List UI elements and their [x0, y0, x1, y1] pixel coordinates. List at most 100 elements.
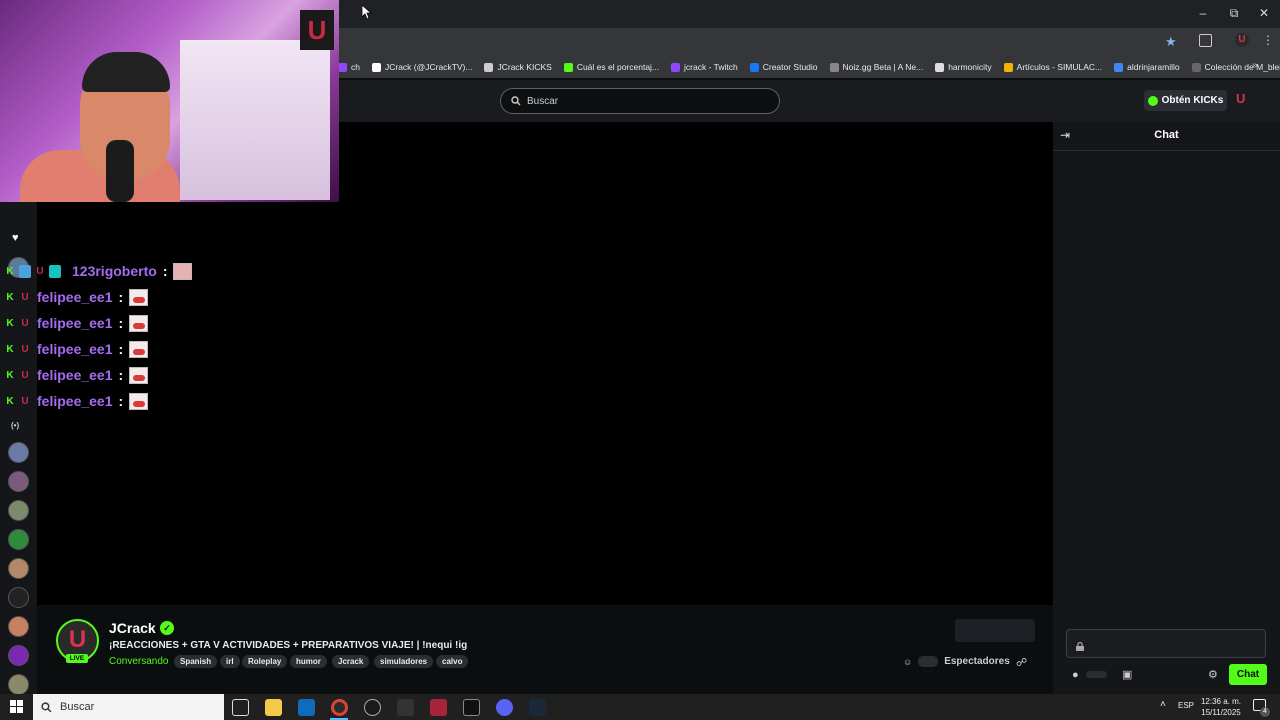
chat-settings-gear-icon[interactable]: ⚙ [1208, 668, 1218, 681]
viewer-count-placeholder [918, 656, 939, 667]
sidebar-channel-avatar[interactable] [8, 442, 29, 463]
bookmark-label: aldrinjaramillo [1127, 62, 1180, 72]
sidebar-channel-avatar[interactable] [8, 529, 29, 550]
bookmark-item[interactable]: JCrack KICKS [484, 62, 552, 72]
taskbar-search-placeholder: Buscar [60, 701, 95, 713]
webcam-chair-logo: U [300, 10, 334, 50]
x-logo-icon [371, 62, 381, 72]
sidebar-channel-avatar[interactable] [8, 587, 29, 608]
windows-start-icon[interactable] [10, 700, 23, 713]
sidebar-channel-avatar[interactable] [8, 616, 29, 637]
bookmark-label: Creator Studio [762, 62, 818, 72]
chrome-icon[interactable] [331, 699, 348, 716]
heart-icon[interactable]: ♥ [12, 232, 19, 244]
channel-badge-icon: U [21, 369, 29, 381]
stream-category-link[interactable]: Conversando [109, 656, 168, 667]
chat-send-button[interactable]: Chat [1229, 664, 1267, 685]
more-bookmarks-icon[interactable]: » [1252, 60, 1258, 71]
browser-menu-icon[interactable]: ⋮ [1262, 33, 1274, 47]
bookmark-label: Colección de M_blei... [1204, 62, 1280, 72]
chat-separator: : [118, 341, 124, 357]
extensions-icon[interactable] [1199, 34, 1212, 47]
stream-tag[interactable]: irl [220, 655, 240, 668]
webcam-background-shelf [180, 40, 330, 200]
chat-username[interactable]: felipee_ee1 [37, 393, 113, 409]
channel-name[interactable]: JCrack [109, 620, 156, 636]
sidebar-channel-avatar[interactable] [8, 558, 29, 579]
bookmark-label: Artículos - SIMULAC... [1016, 62, 1103, 72]
app-icon[interactable] [430, 699, 447, 716]
bookmark-star-icon[interactable]: ★ [1165, 34, 1177, 50]
sidebar-channel-avatar[interactable] [8, 471, 29, 492]
chat-separator: : [118, 289, 124, 305]
tray-chevron-up-icon[interactable]: ˄ [1160, 699, 1166, 710]
chat-points-placeholder [1086, 671, 1107, 678]
sidebar-channel-avatar[interactable] [8, 645, 29, 666]
bookmark-item[interactable]: jcrack - Twitch [671, 62, 738, 72]
profile-avatar[interactable]: U [1235, 33, 1249, 47]
taskbar-clock[interactable]: 12:36 a. m. 15/11/2025 [1196, 696, 1246, 718]
webcam-streamer-cap [82, 52, 170, 92]
bookmark-item[interactable]: ch [338, 62, 360, 72]
chat-users-icon[interactable]: ● [1072, 669, 1079, 681]
outlook-icon[interactable] [298, 699, 315, 716]
bookmark-item[interactable]: Creator Studio [749, 62, 818, 72]
chat-header: ⇥ Chat [1053, 122, 1280, 151]
minimize-button[interactable]: – [1188, 4, 1218, 24]
noiz-icon [829, 62, 839, 72]
subscriber-badge-icon [19, 264, 31, 278]
language-indicator[interactable]: ESP [1178, 701, 1194, 710]
stream-tag[interactable]: humor [290, 655, 327, 668]
sidebar-channel-avatar[interactable] [8, 674, 29, 695]
webcam-feed: U [0, 0, 339, 202]
verified-check-icon: ✓ [160, 621, 174, 635]
site-search-input[interactable]: Buscar [500, 88, 780, 114]
chat-separator: : [118, 315, 124, 331]
steam-icon[interactable] [529, 699, 546, 716]
bookmark-label: JCrack (@JCrackTV)... [384, 62, 473, 72]
viewers-label: Espectadores [944, 656, 1010, 667]
restore-button[interactable]: ⧉ [1219, 4, 1249, 24]
stream-tag[interactable]: Spanish [174, 655, 218, 668]
bookmark-item[interactable]: aldrinjaramillo [1114, 62, 1180, 72]
docs-icon [1114, 62, 1124, 72]
chat-username[interactable]: felipee_ee1 [37, 341, 113, 357]
bookmark-item[interactable]: Artículos - SIMULAC... [1003, 62, 1103, 72]
epic-games-icon[interactable] [463, 699, 480, 716]
follow-button-placeholder[interactable] [955, 619, 1035, 642]
bookmark-item[interactable]: Colección de M_blei... [1191, 62, 1280, 72]
stream-chat-overlay: K U 123rigoberto: K Ufelipee_ee1: K Ufelipee_e… [0, 260, 260, 420]
stream-tag[interactable]: simuladores [374, 655, 434, 668]
stream-tag[interactable]: Roleplay [242, 655, 288, 668]
chat-emote-icon [129, 340, 149, 358]
close-window-button[interactable]: ✕ [1249, 4, 1279, 24]
app-icon[interactable] [397, 699, 414, 716]
app-icon[interactable] [364, 699, 381, 716]
bookmark-item[interactable]: Cuál es el porcentaj... [563, 62, 659, 72]
chat-username[interactable]: felipee_ee1 [37, 367, 113, 383]
bookmark-item[interactable]: Noiz.gg Beta | A Ne... [829, 62, 924, 72]
chat-username[interactable]: 123rigoberto [72, 263, 157, 279]
file-explorer-icon[interactable] [265, 699, 282, 716]
taskbar-search-input[interactable]: Buscar [33, 694, 224, 720]
search-icon [511, 96, 521, 106]
chat-message-input[interactable] [1066, 629, 1266, 658]
chat-username[interactable]: felipee_ee1 [37, 289, 113, 305]
stream-tag[interactable]: calvo [436, 655, 469, 668]
get-kicks-button[interactable]: Obtén KICKs [1144, 90, 1227, 111]
share-icon[interactable]: ☍ [1016, 656, 1027, 669]
user-menu-avatar[interactable]: U [1236, 91, 1250, 107]
live-badge: LIVE [66, 654, 88, 663]
stream-tag[interactable]: Jcrack [332, 655, 370, 668]
task-view-icon[interactable] [232, 699, 249, 716]
kick-badge-icon: K [6, 317, 14, 329]
store-icon[interactable]: ▣ [1122, 668, 1132, 681]
discord-icon[interactable] [496, 699, 513, 716]
bookmark-item[interactable]: harmonicity [935, 62, 992, 72]
bookmark-item[interactable]: JCrack (@JCrackTV)... [371, 62, 473, 72]
bookmark-label: Noiz.gg Beta | A Ne... [842, 62, 924, 72]
bookmark-label: jcrack - Twitch [684, 62, 738, 72]
chat-username[interactable]: felipee_ee1 [37, 315, 113, 331]
sidebar-channel-avatar[interactable] [8, 500, 29, 521]
chat-message: K Ufelipee_ee1: [4, 312, 149, 334]
